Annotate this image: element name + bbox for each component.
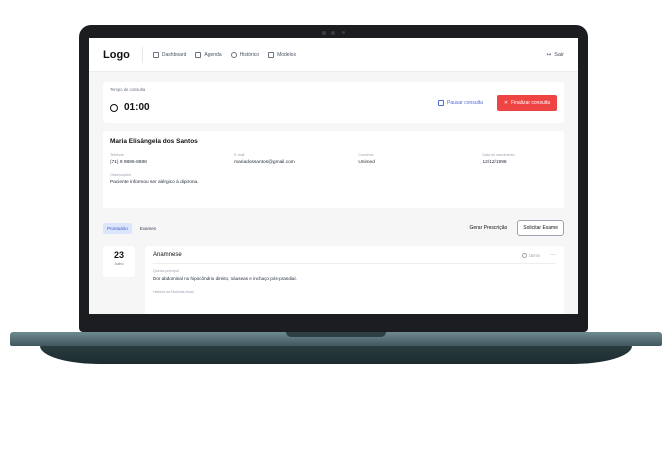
timer-label: Tempo de consulta	[110, 87, 146, 92]
nav-modelos[interactable]: Modelos	[268, 51, 296, 58]
app-screen: Logo Dashboard Agenda Histórico Modelos …	[89, 38, 578, 314]
laptop-notch	[286, 332, 386, 337]
history-label: História da Moléstia Atual	[153, 290, 194, 294]
duration: 15min	[521, 252, 540, 258]
nav-dashboard[interactable]: Dashboard	[152, 51, 186, 58]
field-email: E-mail mariadossantos@gmail.com	[234, 153, 295, 165]
grid-icon	[152, 51, 159, 58]
history-icon	[230, 51, 237, 58]
note-title: Anamnese	[153, 252, 182, 258]
pause-icon	[438, 99, 445, 106]
camera-icon	[331, 31, 335, 35]
top-navbar: Logo Dashboard Agenda Histórico Modelos …	[89, 38, 578, 72]
field-birthdate: Data de nascimento 12/12/1998	[482, 153, 515, 165]
clock-icon	[521, 252, 527, 258]
laptop-foot	[40, 346, 632, 364]
finish-button[interactable]: ✕ Finalizar consulta	[496, 94, 557, 111]
laptop-mockup: Logo Dashboard Agenda Histórico Modelos …	[0, 0, 672, 475]
timer-card: Tempo de consulta 01:00 Pausar consulta …	[103, 82, 564, 123]
patient-fields: Telefone (71) 9 9886-8888 E-mail mariadoss…	[110, 153, 557, 165]
nav-historico[interactable]: Histórico	[230, 51, 259, 58]
clock-icon	[110, 103, 118, 112]
document-icon	[268, 51, 275, 58]
field-phone: Telefone (71) 9 9886-8888	[110, 153, 147, 165]
patient-card: Maria Elisângela dos Santos Telefone (71)…	[103, 131, 564, 208]
record-entry: 23 Julho Anamnese 15min ··· Queixa princ…	[103, 246, 564, 314]
divider	[141, 46, 143, 63]
request-exam-button[interactable]: Solicitar Exame	[517, 220, 564, 236]
field-observations: Observações Paciente informou ser alérgi…	[110, 173, 199, 185]
field-insurance: Convênio Unimed	[358, 153, 375, 165]
logo[interactable]: Logo	[103, 49, 130, 61]
main-nav: Dashboard Agenda Histórico Modelos	[152, 51, 296, 58]
nav-agenda[interactable]: Agenda	[195, 51, 222, 58]
patient-name: Maria Elisângela dos Santos	[110, 138, 198, 145]
anamnese-card: Anamnese 15min ··· Queixa principal Dor …	[145, 246, 564, 314]
complaint-value: Dor abdominal no hipocôndrio direito, ná…	[153, 276, 297, 281]
camera-dot	[322, 31, 326, 35]
record-tabs-row: Prontuário Exames Gerar Prescrição Solic…	[103, 220, 564, 236]
pause-button[interactable]: Pausar consulta	[438, 99, 483, 106]
logout-icon: ↦	[546, 51, 552, 58]
entry-date: 23 Julho	[103, 246, 135, 277]
timer-value: 01:00	[124, 102, 150, 113]
camera-dot	[342, 31, 345, 34]
tab-prontuario[interactable]: Prontuário	[103, 222, 132, 234]
close-icon: ✕	[503, 99, 509, 106]
complaint-label: Queixa principal	[153, 269, 179, 273]
tab-exames[interactable]: Exames	[136, 223, 160, 234]
logout-button[interactable]: ↦ Sair	[547, 52, 564, 58]
calendar-icon	[195, 51, 202, 58]
generate-prescription-button[interactable]: Gerar Prescrição	[469, 225, 507, 231]
more-options-icon[interactable]: ···	[550, 252, 556, 258]
